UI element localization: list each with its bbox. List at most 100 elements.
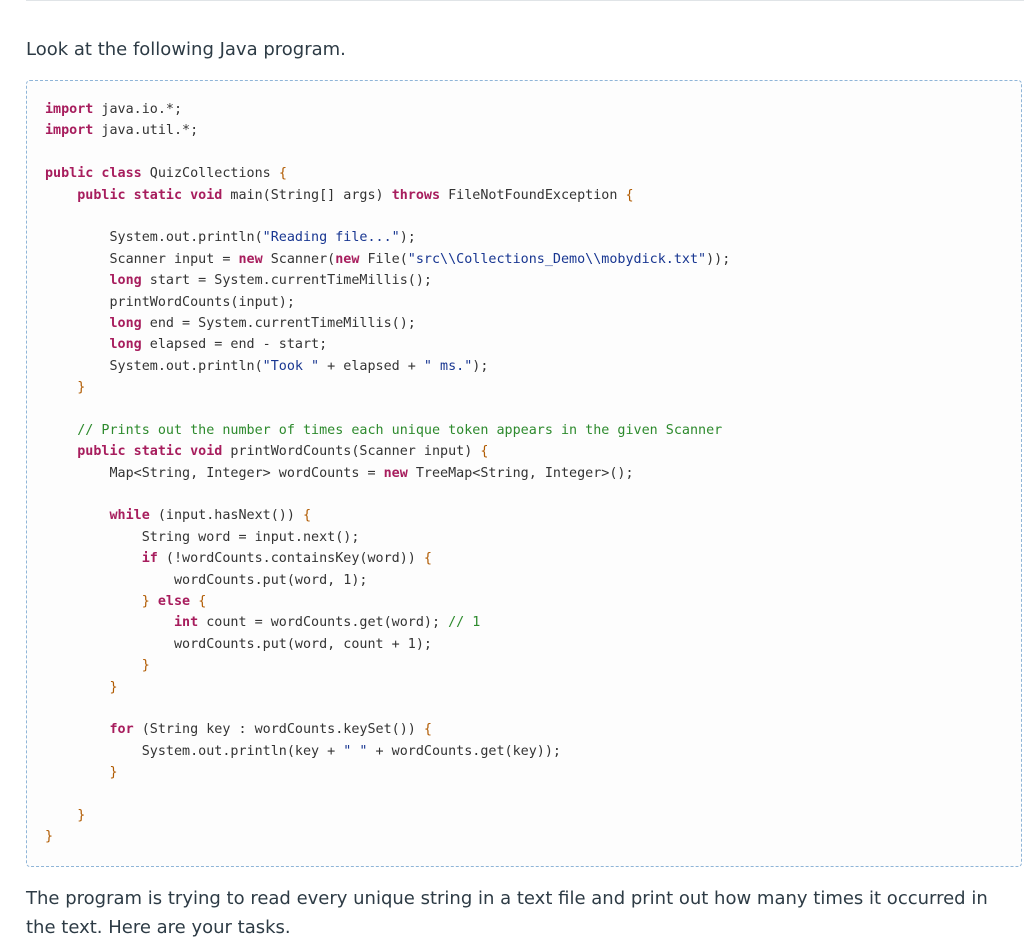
code-line: } [45,377,1021,398]
code-block: import java.io.*; import java.util.*; publ… [26,80,1022,867]
code-token: "src\\Collections_Demo\\mobydick.txt" [407,251,707,267]
code-token: else [157,593,191,609]
code-token: { [423,722,432,738]
task-description-paragraph: The program is trying to read every uniq… [26,888,988,938]
code-token: import [45,102,94,117]
code-token: new [383,465,408,481]
code-token: (!wordCounts.containsKey(word)) [157,551,424,567]
code-line: public static void main(String[] args) t… [45,185,1021,206]
code-token: throws [391,187,441,203]
code-line: } [45,826,1021,847]
code-token: FileNotFoundException [440,187,626,203]
code-line: System.out.println(key + " " + wordCount… [45,741,1021,762]
code-line: import java.io.*; [45,99,1021,120]
code-line: import java.util.*; [45,120,1021,141]
code-token: java.io.*; [93,102,183,117]
code-line: } [45,677,1021,698]
code-line: public static void printWordCounts(Scann… [45,441,1021,462]
code-line: while (input.hasNext()) { [45,505,1021,526]
code-line: for (String key : wordCounts.keySet()) { [45,719,1021,740]
code-token: if [141,551,158,567]
intro-paragraph: Look at the following Java program. [26,39,346,60]
code-line: printWordCounts(input); [45,292,1021,313]
code-line: long start = System.currentTimeMillis(); [45,270,1021,291]
code-token: new [238,251,263,267]
code-line: public class QuizCollections { [45,163,1021,184]
code-token: for [109,722,134,738]
code-token: long [109,273,142,289]
code-line: } else { [45,591,1021,612]
code-token: { [480,444,489,460]
code-token: } [109,679,118,695]
code-token: Scanner input = [45,251,239,267]
code-line: // Prints out the number of times each u… [45,420,1021,441]
code-token: System.out.println( [45,358,263,374]
code-token: File( [359,251,408,267]
code-token: { [198,593,207,609]
code-token: import [45,123,94,139]
code-token: printWordCounts(input); [45,294,295,310]
code-token: TreeMap<String, Integer>(); [407,465,634,481]
code-token: while [109,508,150,524]
code-token: // 1 [448,615,481,631]
code-token: } [77,807,86,823]
code-line: } [45,655,1021,676]
code-token: start = System.currentTimeMillis(); [141,273,432,289]
code-token: { [423,551,432,567]
code-line: int count = wordCounts.get(word); // 1 [45,612,1021,633]
code-token: QuizCollections [141,166,279,182]
code-line: Scanner input = new Scanner(new File("sr… [45,249,1021,270]
code-token: Scanner( [262,251,336,267]
code-token: "Took " [262,358,320,374]
code-token: } [141,593,150,609]
code-token: java.util.*; [93,123,199,139]
code-token: System.out.println( [45,230,263,246]
code-line: wordCounts.put(word, count + 1); [45,634,1021,655]
code-token: + elapsed + [319,358,424,374]
code-token: Map<String, Integer> wordCounts = [45,465,384,481]
code-line: } [45,805,1021,826]
code-line: wordCounts.put(word, 1); [45,570,1021,591]
code-token: public class [45,166,142,182]
code-token: " " [343,743,368,759]
code-line: } [45,762,1021,783]
code-token: { [303,508,312,524]
code-token: main(String[] args) [222,187,392,203]
code-line: long end = System.currentTimeMillis(); [45,313,1021,334]
code-token: (input.hasNext()) [149,508,303,524]
code-token: printWordCounts(Scanner input) [222,444,481,460]
code-token: )); [706,251,731,267]
code-token: System.out.println(key + [45,743,344,759]
code-token: "Reading file..." [262,230,400,246]
code-token: } [45,829,54,845]
code-token: { [278,166,287,182]
code-token: long [109,315,142,331]
code-token: String word = input.next(); [45,529,360,545]
code-token: ); [399,230,416,246]
code-token: new [335,251,360,267]
code-token: { [625,187,634,203]
code-token: // Prints out the number of times each u… [77,422,723,438]
code-token: } [141,658,150,674]
code-token: } [77,380,86,396]
code-token: public static void [77,444,223,460]
